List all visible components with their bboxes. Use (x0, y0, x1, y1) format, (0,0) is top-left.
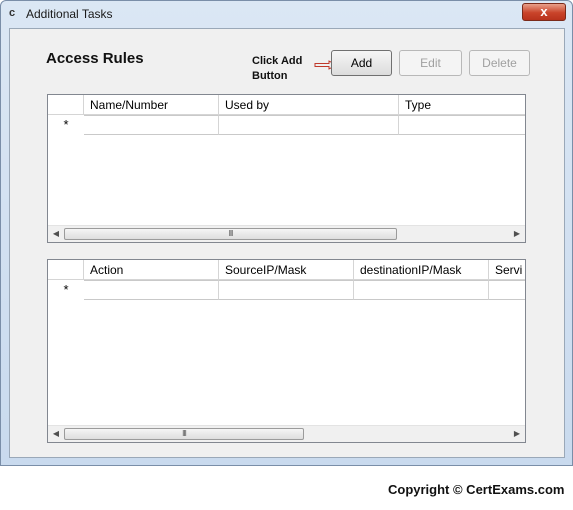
scroll-right-icon[interactable]: ▶ (509, 226, 525, 242)
page-title: Access Rules (46, 50, 144, 67)
cell-name-number[interactable] (84, 115, 219, 135)
scroll-right-icon[interactable]: ▶ (509, 426, 525, 442)
edit-button[interactable]: Edit (399, 50, 462, 76)
grid-header: Action SourceIP/Mask destinationIP/Mask … (48, 260, 525, 280)
cell-action[interactable] (84, 280, 219, 300)
hint-line-2: Button (252, 70, 288, 82)
click-add-hint: Click Add Button (252, 54, 322, 84)
scroll-thumb[interactable]: III (64, 428, 304, 440)
column-header-destination-ip-mask[interactable]: destinationIP/Mask (354, 260, 489, 280)
scroll-left-icon[interactable]: ◀ (48, 426, 64, 442)
access-rules-grid[interactable]: Name/Number Used by Type * ◀ III ▶ (47, 94, 526, 243)
grid-header: Name/Number Used by Type (48, 95, 525, 115)
rule-entries-grid[interactable]: Action SourceIP/Mask destinationIP/Mask … (47, 259, 526, 443)
row-header-corner (48, 95, 84, 115)
cell-destination-ip-mask[interactable] (354, 280, 489, 300)
cell-source-ip-mask[interactable] (219, 280, 354, 300)
additional-tasks-window: c Additional Tasks x Access Rules Click … (0, 0, 573, 466)
row-header-corner (48, 260, 84, 280)
horizontal-scrollbar[interactable]: ◀ III ▶ (48, 225, 525, 242)
cell-type[interactable] (399, 115, 525, 135)
column-header-service[interactable]: Servi (489, 260, 525, 280)
scroll-left-icon[interactable]: ◀ (48, 226, 64, 242)
column-header-source-ip-mask[interactable]: SourceIP/Mask (219, 260, 354, 280)
column-header-action[interactable]: Action (84, 260, 219, 280)
close-button[interactable]: x (522, 3, 566, 21)
new-row[interactable]: * (48, 115, 525, 135)
hint-line-1: Click Add (252, 55, 303, 67)
copyright-notice: Copyright © CertExams.com (388, 482, 565, 497)
new-row-marker: * (63, 282, 69, 297)
column-header-type[interactable]: Type (399, 95, 525, 115)
add-button[interactable]: Add (331, 50, 392, 76)
column-header-name-number[interactable]: Name/Number (84, 95, 219, 115)
new-row[interactable]: * (48, 280, 525, 300)
new-row-marker: * (63, 117, 69, 132)
cell-service[interactable] (489, 280, 525, 300)
cell-used-by[interactable] (219, 115, 399, 135)
delete-button[interactable]: Delete (469, 50, 530, 76)
window-title: Additional Tasks (26, 7, 113, 21)
column-header-used-by[interactable]: Used by (219, 95, 399, 115)
scroll-thumb[interactable]: III (64, 228, 397, 240)
title-bar[interactable]: c Additional Tasks x (1, 1, 572, 27)
app-icon: c (9, 7, 16, 19)
horizontal-scrollbar[interactable]: ◀ III ▶ (48, 425, 525, 442)
window-client-area: Access Rules Click Add Button Add Edit D… (9, 28, 565, 458)
